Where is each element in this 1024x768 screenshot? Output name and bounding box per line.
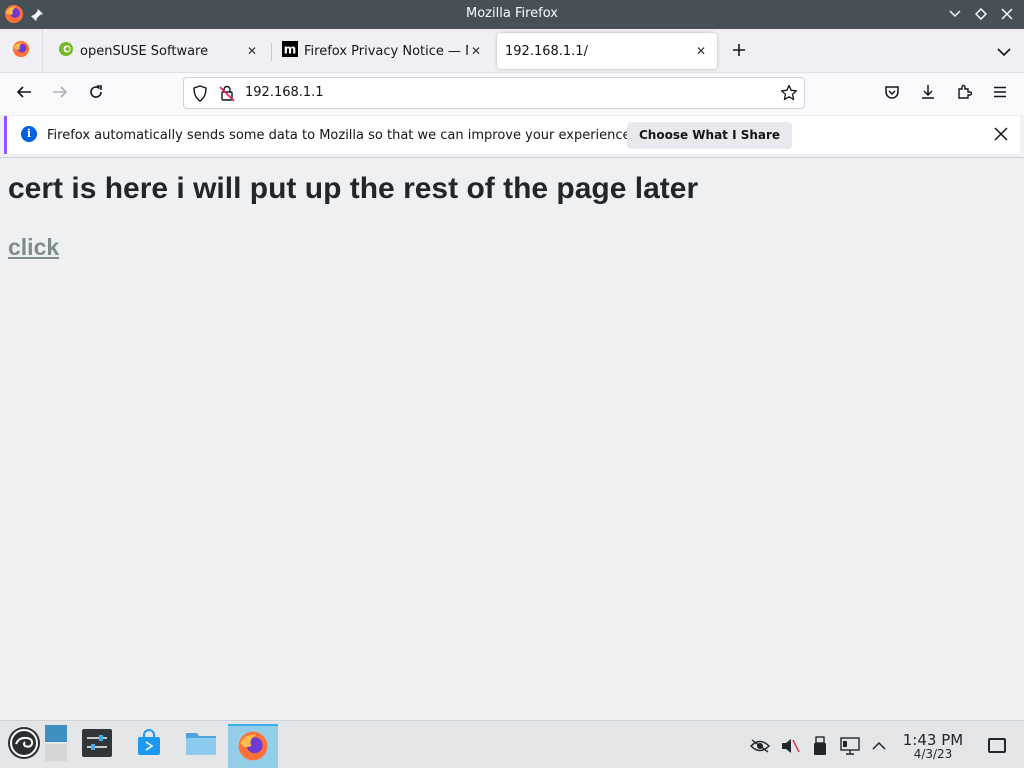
forward-button[interactable] xyxy=(48,82,72,106)
address-bar[interactable]: 192.168.1.1 xyxy=(183,77,805,109)
insecure-lock-icon[interactable] xyxy=(219,85,235,106)
close-notification-icon[interactable] xyxy=(992,125,1010,143)
choose-what-i-share-button[interactable]: Choose What I Share xyxy=(627,122,793,149)
svg-text:m: m xyxy=(284,43,297,57)
puzzle-icon xyxy=(956,84,973,104)
tab-opensuse-software[interactable]: openSUSE Software ✕ xyxy=(50,33,268,69)
window-controls xyxy=(946,5,1016,23)
firefox-taskbar-button[interactable] xyxy=(228,724,278,768)
pager-widget[interactable] xyxy=(36,725,76,765)
usb-device-icon[interactable] xyxy=(809,735,831,757)
taskbar: 1:43 PM 4/3/23 xyxy=(0,720,1024,768)
file-manager-taskbar-button[interactable] xyxy=(179,725,223,765)
firefox-view-icon xyxy=(12,40,30,62)
close-window-icon[interactable] xyxy=(998,5,1016,23)
extensions-button[interactable] xyxy=(952,82,976,106)
back-button[interactable] xyxy=(12,82,36,106)
firefox-taskbar-icon xyxy=(237,730,269,766)
network-wired-icon[interactable] xyxy=(839,735,861,757)
page-content: cert is here i will put up the rest of t… xyxy=(0,158,1024,720)
download-icon xyxy=(920,84,936,104)
firefox-view-button[interactable] xyxy=(0,29,43,73)
tab-192-168-1-1[interactable]: 192.168.1.1/ ✕ xyxy=(497,33,717,69)
volume-muted-icon[interactable] xyxy=(779,735,801,757)
digital-clock[interactable]: 1:43 PM 4/3/23 xyxy=(896,731,970,761)
minimize-icon[interactable] xyxy=(946,5,964,23)
chevron-down-icon xyxy=(997,42,1011,61)
data-reporting-notification: i Firefox automatically sends some data … xyxy=(4,116,1020,154)
list-all-tabs-button[interactable] xyxy=(994,41,1014,61)
plus-icon xyxy=(732,42,746,61)
discover-taskbar-button[interactable] xyxy=(127,725,171,765)
info-icon: i xyxy=(21,126,37,142)
maximize-icon[interactable] xyxy=(972,5,990,23)
app-menu-button[interactable] xyxy=(988,82,1012,106)
page-heading: cert is here i will put up the rest of t… xyxy=(8,172,699,205)
virtual-desktop-icon xyxy=(45,725,67,765)
close-tab-icon[interactable]: ✕ xyxy=(244,43,260,59)
reload-button[interactable] xyxy=(84,82,108,106)
pocket-icon xyxy=(884,84,900,104)
pocket-button[interactable] xyxy=(880,82,904,106)
tab-label: Firefox Privacy Notice — M xyxy=(304,43,468,59)
notification-text: Firefox automatically sends some data to… xyxy=(47,128,635,143)
clock-date: 4/3/23 xyxy=(913,747,953,761)
privacy-eye-icon[interactable] xyxy=(749,735,771,757)
close-tab-icon[interactable]: ✕ xyxy=(693,43,709,59)
arrow-left-icon xyxy=(16,84,32,104)
shield-icon[interactable] xyxy=(192,85,208,106)
tab-label: openSUSE Software xyxy=(80,43,209,59)
tab-firefox-privacy-notice[interactable]: m Firefox Privacy Notice — M ✕ xyxy=(274,33,492,69)
arrow-right-icon xyxy=(52,84,68,104)
show-desktop-icon[interactable] xyxy=(988,738,1006,753)
downloads-button[interactable] xyxy=(916,82,940,106)
bookmark-star-icon[interactable] xyxy=(780,84,798,106)
system-settings-taskbar-button[interactable] xyxy=(75,725,119,765)
navigation-toolbar: 192.168.1.1 xyxy=(0,73,1024,115)
click-link[interactable]: click xyxy=(8,234,59,261)
folder-icon xyxy=(185,730,217,760)
hamburger-menu-icon xyxy=(992,84,1008,104)
url-text[interactable]: 192.168.1.1 xyxy=(245,85,324,100)
shopping-bag-icon xyxy=(135,729,163,761)
settings-sliders-icon xyxy=(82,729,112,761)
opensuse-icon xyxy=(58,41,74,61)
tab-label: 192.168.1.1/ xyxy=(505,43,588,59)
show-hidden-icons-chevron-up-icon[interactable] xyxy=(868,735,890,757)
new-tab-button[interactable] xyxy=(729,41,749,61)
close-tab-icon[interactable]: ✕ xyxy=(468,43,484,59)
tab-separator xyxy=(271,43,272,61)
tab-strip: openSUSE Software ✕ m Firefox Privacy No… xyxy=(0,29,1024,73)
reload-icon xyxy=(88,84,104,104)
window-title: Mozilla Firefox xyxy=(466,6,558,21)
mozilla-icon: m xyxy=(282,41,298,61)
window-titlebar: Mozilla Firefox xyxy=(0,0,1024,29)
